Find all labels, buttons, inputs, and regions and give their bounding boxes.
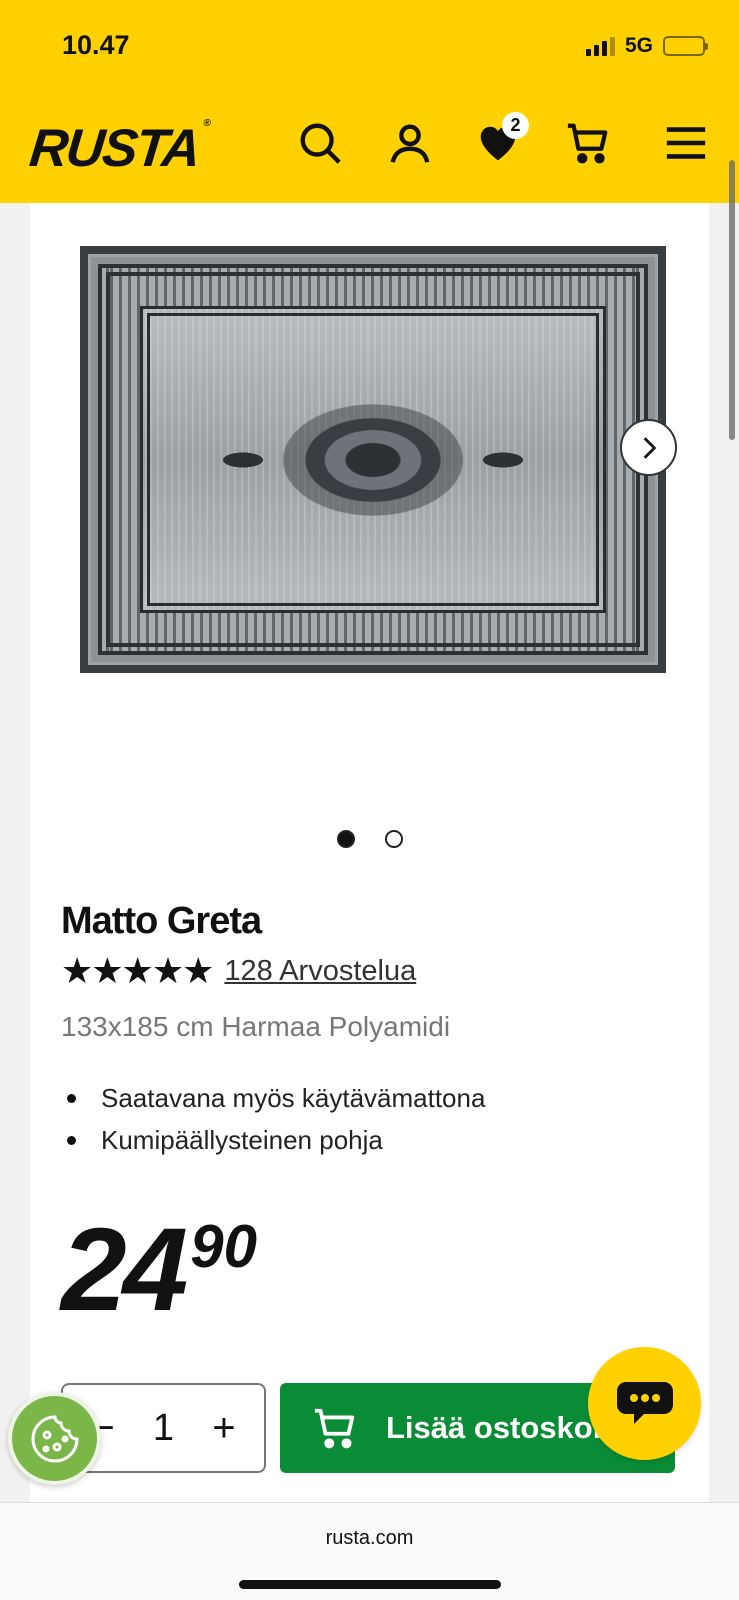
- signal-icon: [585, 36, 615, 56]
- feature-item: Kumipäällysteinen pohja: [61, 1125, 485, 1156]
- user-icon[interactable]: [385, 118, 435, 168]
- carousel-dots: [30, 830, 709, 848]
- reviews-link[interactable]: 128 Arvostelua: [224, 955, 416, 988]
- menu-icon[interactable]: [661, 118, 711, 168]
- carousel-dot[interactable]: [336, 830, 355, 848]
- price-decimals: 90: [190, 1213, 258, 1280]
- cart-icon[interactable]: [563, 118, 613, 168]
- carousel-dot[interactable]: [384, 830, 403, 848]
- search-icon[interactable]: [295, 118, 345, 168]
- battery-icon: [663, 36, 708, 56]
- product-image: [80, 246, 666, 673]
- price: 24 90: [61, 1211, 257, 1329]
- browser-address-bar: rusta.com: [0, 1502, 739, 1600]
- increase-quantity-button[interactable]: +: [204, 1406, 244, 1451]
- image-carousel[interactable]: [30, 203, 709, 903]
- rusta-logo[interactable]: RUSTA®: [27, 118, 209, 179]
- feature-item: Saatavana myös käytävämattona: [61, 1083, 485, 1114]
- status-time: 10.47: [62, 30, 130, 60]
- status-indicators: 5G: [585, 34, 708, 58]
- url-label[interactable]: rusta.com: [0, 1527, 739, 1550]
- quantity-value[interactable]: 1: [153, 1407, 174, 1450]
- scrollbar[interactable]: [729, 160, 735, 440]
- product-rating: ★★★★★ 128 Arvostelua: [61, 953, 416, 989]
- chat-button[interactable]: [588, 1347, 701, 1460]
- cookie-settings-button[interactable]: [8, 1392, 101, 1485]
- carousel-next-button[interactable]: [620, 419, 677, 476]
- cart-icon: [314, 1408, 355, 1449]
- home-indicator[interactable]: [239, 1580, 501, 1589]
- cookie-icon: [31, 1414, 79, 1462]
- price-integer: 24: [61, 1204, 188, 1336]
- chevron-right-icon: [643, 436, 656, 459]
- product-card: Matto Greta ★★★★★ 128 Arvostelua 133x185…: [30, 203, 709, 1503]
- favorites-count-badge: 2: [502, 112, 529, 139]
- feature-list: Saatavana myös käytävämattona Kumipäälly…: [61, 1083, 485, 1167]
- chat-icon: [616, 1381, 673, 1424]
- network-label: 5G: [624, 34, 653, 57]
- product-title: Matto Greta: [61, 900, 262, 942]
- favorites-button[interactable]: 2: [473, 112, 529, 168]
- star-rating: ★★★★★: [61, 950, 214, 991]
- product-subtitle: 133x185 cm Harmaa Polyamidi: [61, 1011, 451, 1042]
- header: 10.47 5G RUSTA® 2: [0, 0, 739, 203]
